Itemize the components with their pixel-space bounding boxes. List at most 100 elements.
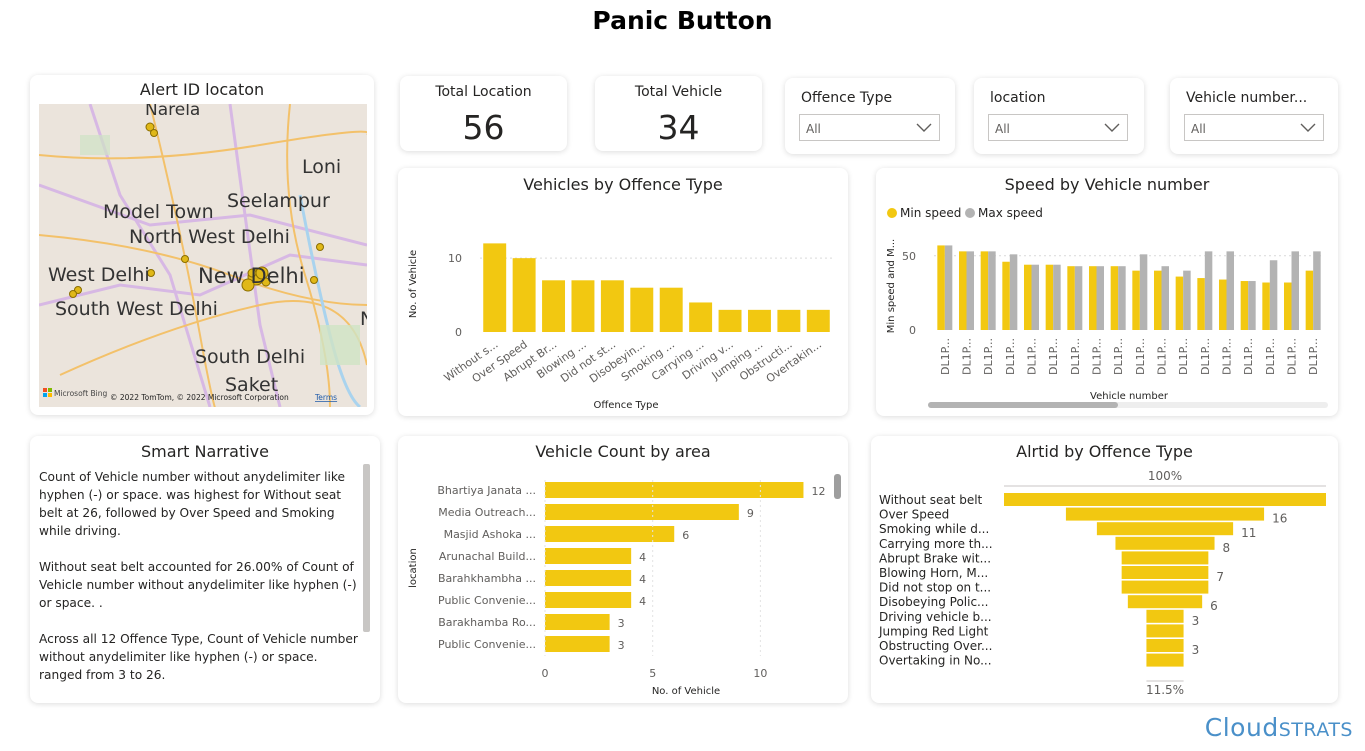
- speed-bar[interactable]: [1197, 278, 1205, 330]
- speed-bar[interactable]: [1132, 270, 1140, 330]
- speed-bar[interactable]: [1045, 264, 1054, 330]
- speed-bar[interactable]: [1262, 282, 1270, 330]
- speed-bar[interactable]: [966, 251, 975, 330]
- speed-bar[interactable]: [1002, 261, 1010, 330]
- speed-bar[interactable]: [1053, 264, 1061, 330]
- speed-bar[interactable]: [1031, 264, 1040, 330]
- speed-bar[interactable]: [1240, 281, 1249, 330]
- y-axis-title: No. of Vehicle: [408, 250, 419, 318]
- funnel-bar[interactable]: [1065, 507, 1265, 521]
- offence-bar[interactable]: [483, 243, 507, 332]
- x-tick-label: DL1P...: [982, 338, 995, 375]
- speed-bar[interactable]: [1154, 270, 1162, 330]
- narrative-paragraph: Without seat belt accounted for 26.00% o…: [39, 560, 357, 610]
- area-bar[interactable]: [545, 526, 675, 542]
- vertical-scrollbar[interactable]: [834, 474, 841, 499]
- offence-bar[interactable]: [542, 280, 566, 332]
- funnel-bar[interactable]: [1004, 493, 1326, 506]
- x-tick-label: DL1P...: [1264, 338, 1277, 375]
- speed-bar[interactable]: [1226, 251, 1235, 330]
- bing-logo-icon: [43, 388, 47, 392]
- funnel-bar[interactable]: [1146, 639, 1184, 652]
- map-terms-link[interactable]: Terms: [314, 393, 337, 402]
- offence-bar[interactable]: [747, 309, 771, 332]
- area-bar[interactable]: [545, 636, 610, 652]
- map-card[interactable]: Alert ID locaton Narela Loni Model Town …: [30, 75, 374, 415]
- funnel-bar[interactable]: [1146, 653, 1184, 667]
- offence-bar[interactable]: [718, 309, 742, 332]
- offence-bar[interactable]: [630, 287, 654, 332]
- funnel-bar[interactable]: [1127, 595, 1203, 609]
- location-dropdown[interactable]: All: [988, 114, 1128, 141]
- speed-bar[interactable]: [1024, 264, 1032, 330]
- funnel-category-label: Disobeying Polic...: [879, 595, 989, 609]
- offence-bar[interactable]: [806, 309, 830, 332]
- speed-bar[interactable]: [1269, 260, 1278, 330]
- speed-bar[interactable]: [959, 251, 967, 330]
- speed-bar[interactable]: [1313, 251, 1321, 330]
- x-tick-label: DL1P...: [1177, 338, 1190, 375]
- funnel-bar[interactable]: [1146, 624, 1184, 638]
- horizontal-scrollbar-thumb[interactable]: [928, 402, 1118, 408]
- offence-type-bar-chart[interactable]: 010Without s...Over SpeedAbrupt Br...Blo…: [398, 168, 848, 416]
- speed-bar[interactable]: [1009, 254, 1018, 330]
- speed-bar[interactable]: [1175, 276, 1184, 330]
- funnel-category-label: Without seat belt: [879, 493, 983, 507]
- x-tick-label: DL1P...: [1069, 338, 1082, 375]
- map-label-loni: Loni: [302, 156, 341, 178]
- offence-bar[interactable]: [571, 280, 595, 332]
- speed-bar[interactable]: [1161, 266, 1170, 330]
- funnel-top-label: 100%: [1148, 469, 1182, 483]
- smart-narrative-card: Smart Narrative Count of Vehicle number …: [30, 436, 380, 703]
- area-horizontal-bar-chart[interactable]: Bhartiya Janata ... 12 Media Outreach... 9 M…: [398, 436, 848, 703]
- area-bar[interactable]: [545, 548, 632, 564]
- speed-bar[interactable]: [1305, 270, 1314, 330]
- speed-bar[interactable]: [1284, 282, 1292, 330]
- funnel-chart-card: Alrtid by Offence Type 100% Without seat …: [871, 436, 1338, 703]
- funnel-bar[interactable]: [1115, 536, 1215, 550]
- speed-bar[interactable]: [1067, 266, 1075, 330]
- area-bar[interactable]: [545, 614, 610, 630]
- speed-bar[interactable]: [1089, 266, 1097, 330]
- offence-type-dropdown[interactable]: All: [799, 114, 940, 141]
- speed-bar[interactable]: [1096, 266, 1105, 330]
- funnel-bar[interactable]: [1121, 551, 1209, 565]
- vehicle-number-dropdown[interactable]: All: [1184, 114, 1324, 141]
- funnel-bottom-label: 11.5%: [1146, 683, 1184, 697]
- speed-bar[interactable]: [988, 251, 996, 330]
- speed-clustered-bar-chart[interactable]: Min speed Max speed 0 50 DL1P... DL1P... DL1P.…: [876, 168, 1338, 416]
- data-label: 4: [639, 551, 646, 564]
- offence-bar[interactable]: [659, 287, 683, 332]
- speed-bar[interactable]: [1248, 281, 1256, 330]
- speed-bar[interactable]: [980, 251, 989, 330]
- alert-location-map[interactable]: Narela Loni Model Town Seelampur North W…: [30, 75, 374, 415]
- speed-bar[interactable]: [944, 245, 953, 330]
- funnel-bar[interactable]: [1121, 580, 1209, 594]
- funnel-bar[interactable]: [1096, 522, 1234, 536]
- narrative-text: Count of Vehicle number without anydelim…: [39, 468, 361, 702]
- speed-bar[interactable]: [1074, 266, 1083, 330]
- offence-funnel-chart[interactable]: 100% Without seat beltOver Speed 16 Smoking…: [871, 436, 1338, 703]
- funnel-bar[interactable]: [1121, 566, 1209, 579]
- offence-bar[interactable]: [512, 258, 536, 332]
- area-bar[interactable]: [545, 592, 632, 608]
- speed-bar[interactable]: [1110, 266, 1119, 330]
- speed-bar[interactable]: [937, 245, 945, 330]
- offence-bar[interactable]: [600, 280, 624, 332]
- speed-bar[interactable]: [1139, 254, 1148, 330]
- speed-bar[interactable]: [1183, 270, 1191, 330]
- speed-bar[interactable]: [1291, 251, 1300, 330]
- map-label-south-delhi: South Delhi: [195, 346, 305, 368]
- offence-bar[interactable]: [777, 309, 801, 332]
- narrative-scrollbar[interactable]: [363, 464, 370, 632]
- map-label-west-delhi: West Delhi: [48, 264, 150, 286]
- offence-bar[interactable]: [689, 302, 713, 332]
- speed-bar[interactable]: [1118, 266, 1126, 330]
- speed-bar[interactable]: [1204, 251, 1213, 330]
- speed-bar[interactable]: [1219, 279, 1227, 330]
- area-bar[interactable]: [545, 570, 632, 586]
- x-tick-label: DL1P...: [961, 338, 974, 375]
- area-bar[interactable]: [545, 482, 804, 498]
- funnel-bar[interactable]: [1146, 609, 1184, 623]
- area-bar[interactable]: [545, 504, 739, 520]
